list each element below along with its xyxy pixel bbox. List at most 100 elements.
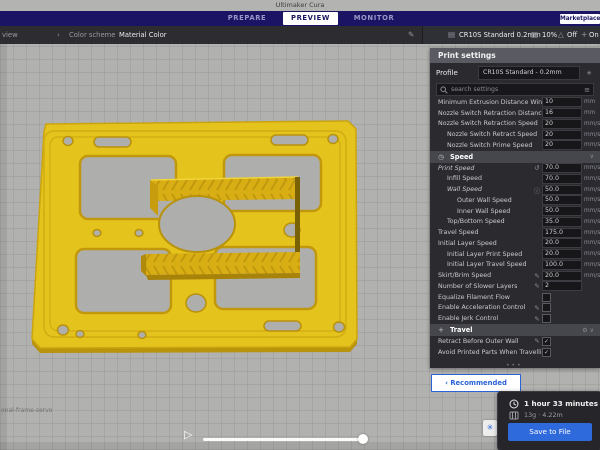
- setting-value-field[interactable]: 100.0: [542, 260, 582, 270]
- settings-section-travel[interactable]: +Travel⚙ ∨: [430, 324, 600, 336]
- print-settings-title: Print settings: [430, 48, 600, 63]
- setting-label: Initial Layer Print Speed: [430, 251, 542, 258]
- revert-icon[interactable]: ↺: [532, 164, 542, 172]
- setting-row: Initial Layer Travel Speed100.0mm/s: [430, 260, 600, 271]
- setting-label: Equalize Filament Flow: [430, 294, 542, 301]
- setting-label: Initial Layer Travel Speed: [430, 261, 542, 268]
- setting-value-field[interactable]: 20: [542, 119, 582, 129]
- pencil-icon[interactable]: ✎: [532, 272, 542, 280]
- setting-row: Number of Slower Layers✎2: [430, 281, 600, 292]
- tab-prepare[interactable]: PREPARE: [218, 11, 276, 26]
- setting-label: Avoid Printed Parts When Travelling: [430, 349, 542, 356]
- cura-window: Ultimaker Cura PREPARE PREVIEW MONITOR M…: [0, 0, 600, 450]
- setting-value-field[interactable]: 175.0: [542, 228, 582, 238]
- setting-checkbox[interactable]: ✓: [542, 337, 551, 346]
- model-3d[interactable]: [10, 114, 410, 414]
- setting-value-field[interactable]: 50.0: [542, 185, 582, 195]
- setting-value-field[interactable]: 70.0: [542, 163, 582, 173]
- chevron-left-icon[interactable]: ‹: [57, 26, 60, 44]
- setting-value-field[interactable]: 20.0: [542, 249, 582, 259]
- pencil-icon[interactable]: ✎: [408, 26, 414, 44]
- setting-unit: mm/s: [582, 165, 600, 171]
- marketplace-button[interactable]: Marketplace: [560, 14, 600, 24]
- setting-value-field[interactable]: 50.0: [542, 195, 582, 205]
- setting-label: Print Speed: [430, 165, 532, 172]
- setting-unit: mm/s: [582, 208, 600, 214]
- save-to-file-button[interactable]: Save to File: [508, 423, 592, 441]
- setting-label: Nozzle Switch Prime Speed: [430, 142, 542, 149]
- infill-value[interactable]: 10%: [542, 26, 557, 44]
- setting-value-field[interactable]: 20.0: [542, 271, 582, 281]
- setting-value-field[interactable]: 35.0: [542, 217, 582, 227]
- setting-row: Enable Jerk Control✎: [430, 313, 600, 324]
- pencil-icon[interactable]: ✎: [532, 282, 542, 290]
- setting-unit: mm/s: [582, 121, 600, 127]
- setting-row: Nozzle Switch Retract Speed20mm/s: [430, 129, 600, 140]
- secondary-toolbar: view ‹ Color scheme Material Color ✎ ▤ C…: [0, 26, 600, 44]
- setting-row: Nozzle Switch Prime Speed20mm/s: [430, 140, 600, 151]
- viewport-edge-shade: [0, 44, 7, 450]
- tab-preview[interactable]: PREVIEW: [283, 12, 338, 25]
- setting-value-field[interactable]: 20: [542, 130, 582, 140]
- chevron-down-icon[interactable]: ∨: [590, 327, 594, 334]
- setting-checkbox[interactable]: [542, 314, 551, 323]
- play-button[interactable]: ▷: [184, 428, 192, 441]
- pencil-icon[interactable]: ✎: [532, 315, 542, 323]
- setting-row: Avoid Printed Parts When Travelling✓: [430, 347, 600, 358]
- printer-icon: ▤: [448, 26, 455, 44]
- info-icon[interactable]: ⓘ: [532, 185, 542, 195]
- search-row: search settings ≡: [430, 82, 600, 97]
- filter-icon[interactable]: ≡: [584, 86, 590, 94]
- setting-value-field[interactable]: 20.0: [542, 238, 582, 248]
- search-icon: [440, 86, 448, 94]
- setting-checkbox[interactable]: [542, 303, 551, 312]
- profile-dropdown[interactable]: CR10S Standard - 0.2mm: [478, 66, 580, 80]
- star-icon[interactable]: ★: [586, 69, 592, 77]
- clock-icon: [509, 399, 519, 409]
- panel-resize-handle[interactable]: •••: [506, 362, 523, 369]
- setting-label: Outer Wall Speed: [430, 197, 542, 204]
- travel-icon: +: [436, 326, 446, 334]
- simulation-slider[interactable]: [203, 438, 365, 441]
- object-list-item[interactable]: onal-frame-servo: [1, 407, 52, 414]
- settings-rows: Minimum Extrusion Distance Window10mmNoz…: [430, 97, 600, 358]
- setting-value-field[interactable]: 10: [542, 97, 582, 107]
- setting-label: Retract Before Outer Wall: [430, 338, 532, 345]
- pencil-icon[interactable]: ✎: [532, 304, 542, 312]
- setting-row: Enable Acceleration Control✎: [430, 303, 600, 314]
- setting-row: Skirt/Brim Speed✎20.0mm/s: [430, 270, 600, 281]
- setting-value-field[interactable]: 50.0: [542, 206, 582, 216]
- setting-checkbox[interactable]: ✓: [542, 348, 551, 357]
- chevron-down-icon[interactable]: ∨: [590, 153, 594, 160]
- setting-row: Initial Layer Print Speed20.0mm/s: [430, 249, 600, 260]
- settings-search-input[interactable]: search settings ≡: [436, 83, 594, 96]
- settings-section-speed[interactable]: ◷Speed∨: [430, 151, 600, 163]
- print-setup-bar[interactable]: ▤ CR10S Standard 0.2mm ▦ 10% △ Off + On: [422, 26, 600, 44]
- printer-profile-selector[interactable]: CR10S Standard 0.2mm: [459, 26, 541, 44]
- tab-monitor[interactable]: MONITOR: [345, 11, 403, 26]
- color-scheme-value[interactable]: Material Color: [119, 26, 167, 44]
- setting-value-field[interactable]: 16: [542, 108, 582, 118]
- setting-unit: mm: [582, 99, 600, 105]
- simulation-slider-handle[interactable]: [358, 434, 368, 444]
- setting-unit: mm/s: [582, 142, 600, 148]
- pencil-icon[interactable]: ✎: [532, 337, 542, 345]
- setting-unit: mm: [582, 110, 600, 116]
- stage-navbar: PREPARE PREVIEW MONITOR Marketplace: [0, 11, 600, 26]
- view-mode-dropdown[interactable]: view: [2, 26, 18, 44]
- support-value[interactable]: Off: [567, 26, 577, 44]
- setting-unit: mm/s: [582, 230, 600, 236]
- setting-checkbox[interactable]: [542, 293, 551, 302]
- material-estimate: 13g · 4.22m: [524, 411, 563, 419]
- setting-row: Nozzle Switch Retraction Speed20mm/s: [430, 119, 600, 130]
- color-scheme-label: Color scheme: [69, 26, 115, 44]
- recommended-button[interactable]: ‹ Recommended: [431, 374, 521, 392]
- camera-tool-button[interactable]: ✳: [483, 420, 497, 436]
- setting-value-field[interactable]: 20: [542, 140, 582, 150]
- setting-label: Enable Jerk Control: [430, 315, 532, 322]
- adhesion-value[interactable]: On: [589, 26, 599, 44]
- print-settings-panel: Print settings Profile CR10S Standard - …: [430, 48, 600, 368]
- gear-icon[interactable]: ⚙: [582, 327, 587, 334]
- setting-value-field[interactable]: 2: [542, 281, 582, 291]
- setting-value-field[interactable]: 70.0: [542, 174, 582, 184]
